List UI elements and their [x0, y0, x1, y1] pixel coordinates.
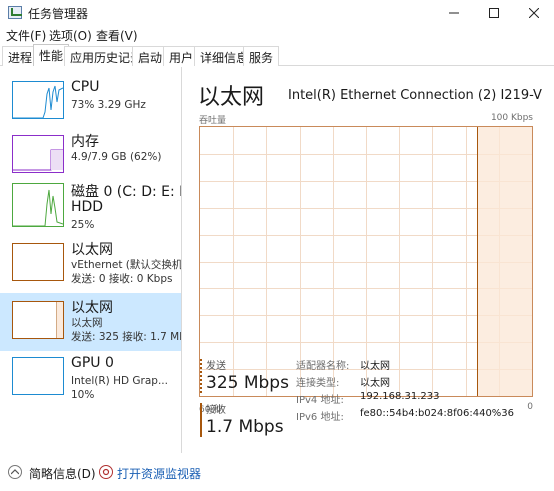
- task-manager-icon: [8, 6, 22, 19]
- receive-stat: 接收 1.7 Mbps: [200, 401, 284, 437]
- adapter-name-value: 以太网: [360, 361, 390, 372]
- gpu-label: GPU 0: [71, 355, 114, 371]
- sidebar-item-memory[interactable]: 内存 4.9/7.9 GB (62%): [0, 129, 181, 181]
- menu-file[interactable]: 文件(F): [6, 27, 46, 44]
- memory-thumbnail: [12, 135, 64, 173]
- page-title: 以太网: [198, 85, 265, 110]
- receive-label: 接收: [206, 405, 226, 416]
- adapter-name-key: 适配器名称:: [296, 361, 350, 372]
- send-indicator: [200, 359, 202, 393]
- memory-usage: 4.9/7.9 GB (62%): [71, 151, 162, 163]
- chevron-up-icon[interactable]: [8, 465, 22, 479]
- ethernet-adapter: 以太网: [71, 317, 103, 329]
- disk-thumbnail: [12, 183, 64, 227]
- menu-view[interactable]: 查看(V): [96, 27, 138, 44]
- close-icon: [529, 8, 539, 18]
- maximize-button[interactable]: [474, 0, 514, 26]
- gpu-usage: 10%: [71, 389, 95, 401]
- memory-label: 内存: [71, 134, 99, 150]
- tab-services[interactable]: 服务: [243, 46, 280, 66]
- resource-sidebar: CPU 73% 3.29 GHz 内存 4.9/7.9 GB (62%) 磁盘 …: [0, 67, 182, 453]
- cpu-usage: 73% 3.29 GHz: [71, 99, 146, 111]
- maximize-icon: [489, 8, 499, 18]
- network-stats: 发送 325 Mbps 接收 1.7 Mbps 适配器名称: 以太网 连接类型:…: [200, 353, 550, 443]
- connection-type-key: 连接类型:: [296, 378, 340, 389]
- minimize-button[interactable]: [434, 0, 474, 26]
- sidebar-item-disk[interactable]: 磁盘 0 (C: D: E: F: HDD 25%: [0, 181, 182, 243]
- sidebar-item-ethernet[interactable]: 以太网 以太网 发送: 325 接收: 1.7 Mb: [0, 293, 182, 351]
- adapter-name: Intel(R) Ethernet Connection (2) I219-V: [288, 88, 542, 103]
- resource-monitor-icon: [99, 465, 113, 479]
- gpu-thumbnail: [12, 357, 64, 395]
- cpu-label: CPU: [71, 79, 100, 95]
- ipv6-key: IPv6 地址:: [296, 412, 344, 423]
- connection-type-value: 以太网: [360, 378, 390, 389]
- receive-value: 1.7 Mbps: [206, 417, 284, 437]
- graph-title: 吞吐量: [199, 116, 227, 126]
- open-resource-monitor-link[interactable]: 打开资源监视器: [117, 465, 201, 482]
- vethernet-throughput: 发送: 0 接收: 0 Kbps: [71, 273, 173, 285]
- minimize-icon: [449, 12, 459, 14]
- title-bar: 任务管理器: [0, 0, 554, 26]
- graph-max-label: 100 Kbps: [490, 113, 533, 123]
- tab-bar: 进程 性能 应用历史记录 启动 用户 详细信息 服务: [0, 44, 554, 66]
- ethernet-label: 以太网: [71, 300, 113, 316]
- ipv6-value: fe80::54b4:b024:8f06:440%36: [360, 408, 515, 419]
- send-label: 发送: [206, 361, 226, 372]
- send-value: 325 Mbps: [206, 373, 289, 393]
- disk-type: HDD: [71, 199, 104, 215]
- send-stat: 发送 325 Mbps: [200, 357, 289, 393]
- window-title: 任务管理器: [28, 7, 89, 21]
- ethernet-throughput: 发送: 325 接收: 1.7 Mb: [71, 331, 182, 343]
- close-button[interactable]: [514, 0, 554, 26]
- ipv4-key: IPv4 地址:: [296, 395, 344, 406]
- receive-indicator: [200, 403, 202, 437]
- ipv4-value: 192.168.31.233: [360, 391, 440, 402]
- sidebar-item-gpu[interactable]: GPU 0 Intel(R) HD Grap... 10%: [0, 353, 181, 409]
- fewer-details-link[interactable]: 简略信息(D): [29, 465, 96, 482]
- vethernet-thumbnail: [12, 243, 64, 281]
- ethernet-thumbnail: [12, 301, 64, 339]
- disk-label: 磁盘 0 (C: D: E: F:: [71, 184, 182, 200]
- menu-bar: 文件(F) 选项(O) 查看(V): [0, 26, 554, 44]
- gpu-model: Intel(R) HD Grap...: [71, 375, 168, 387]
- disk-usage: 25%: [71, 219, 95, 231]
- menu-options[interactable]: 选项(O): [49, 27, 92, 44]
- cpu-thumbnail: [12, 81, 64, 119]
- vethernet-adapter: vEthernet (默认交换机): [71, 259, 182, 271]
- vethernet-label: 以太网: [71, 242, 113, 258]
- footer: 简略信息(D) 打开资源监视器: [0, 459, 554, 485]
- sidebar-item-ethernet-vethernet[interactable]: 以太网 vEthernet (默认交换机) 发送: 0 接收: 0 Kbps: [0, 239, 182, 291]
- sidebar-item-cpu[interactable]: CPU 73% 3.29 GHz: [0, 71, 181, 129]
